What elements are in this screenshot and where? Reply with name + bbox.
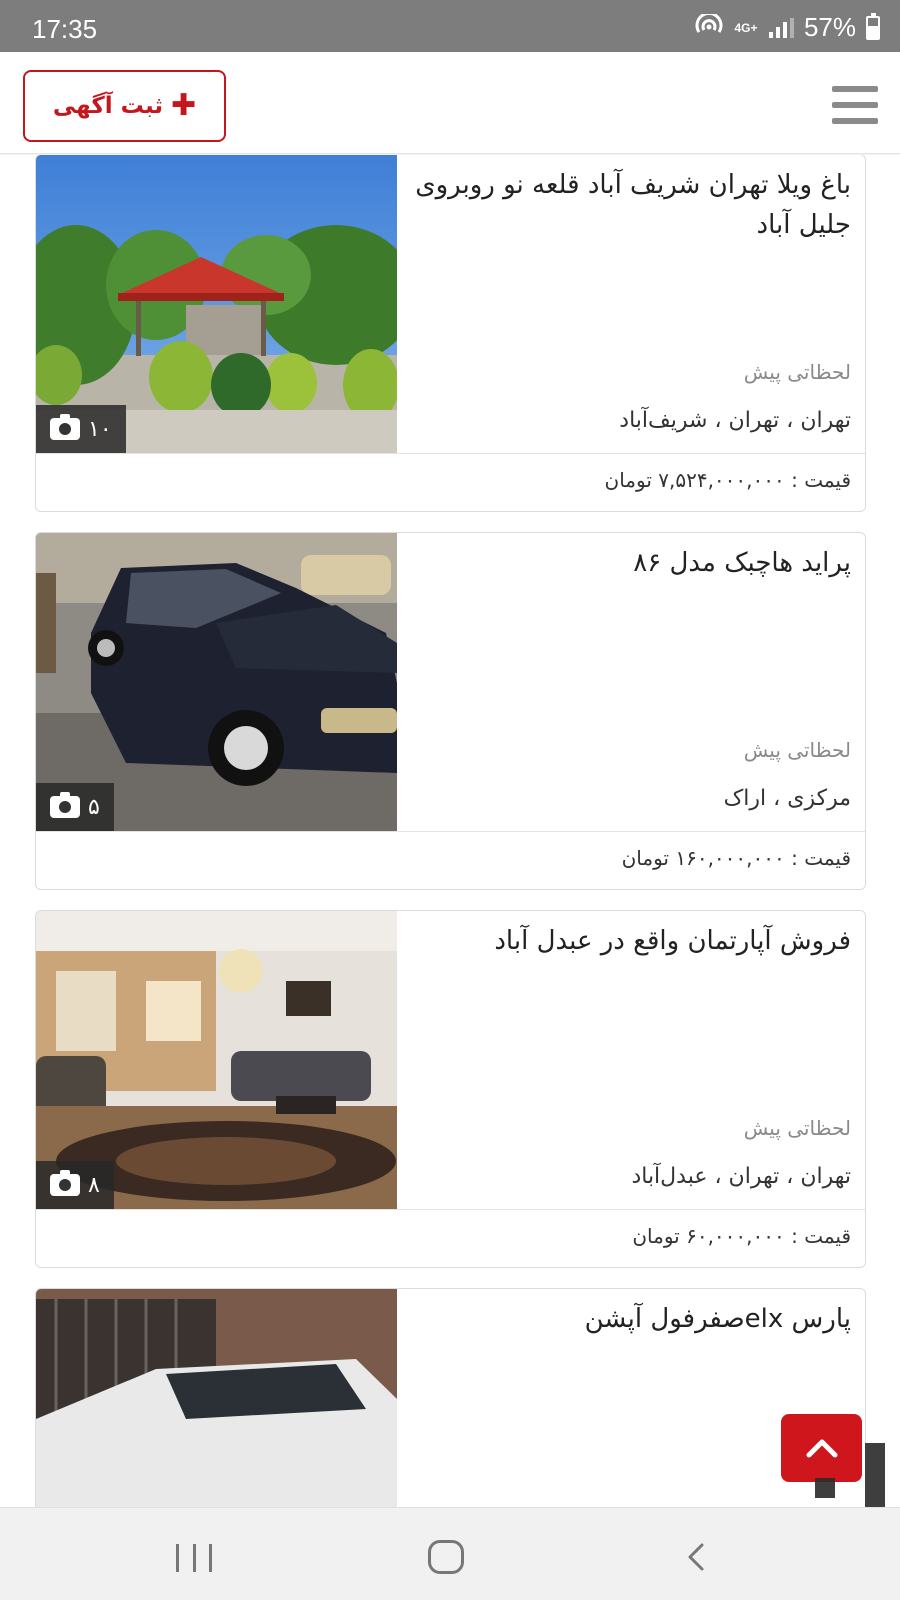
listing-card[interactable]: پارس elxصفرفول آپشن: [35, 1288, 866, 1507]
hamburger-menu-icon[interactable]: [832, 86, 878, 124]
listing-title[interactable]: فروش آپارتمان واقع در عبدل آباد: [411, 921, 851, 961]
listing-time: لحظاتی پیش: [743, 360, 851, 384]
listing-title[interactable]: پراید هاچبک مدل ۸۶: [411, 543, 851, 583]
listing-photo[interactable]: ۸: [36, 911, 397, 1209]
listing-price: قیمت : ۱۶۰,۰۰۰,۰۰۰ تومان: [36, 831, 865, 889]
listing-info: پراید هاچبک مدل ۸۶ لحظاتی پیش مرکزی ، ار…: [411, 543, 851, 829]
home-icon[interactable]: [428, 1540, 464, 1574]
listing-feed[interactable]: ۱۰ باغ ویلا تهران شریف آباد قلعه نو روبر…: [0, 155, 900, 1507]
listing-photo[interactable]: ۵: [36, 533, 397, 831]
post-ad-button[interactable]: ✚ ثبت آگهی: [23, 70, 226, 142]
recents-icon[interactable]: [176, 1544, 212, 1572]
hotspot-icon: [695, 11, 723, 43]
listing-card[interactable]: ۵ پراید هاچبک مدل ۸۶ لحظاتی پیش مرکزی ، …: [35, 532, 866, 890]
photo-count-badge: ۵: [36, 783, 114, 831]
photo-count: ۵: [88, 794, 100, 820]
photo-count-badge: ۸: [36, 1161, 114, 1209]
listing-price: قیمت : ۶۰,۰۰۰,۰۰۰ تومان: [36, 1209, 865, 1267]
camera-icon: [50, 792, 80, 818]
status-icons: 4G+ 57%: [695, 11, 880, 43]
status-time: 17:35: [32, 14, 98, 44]
photo-count: ۸: [88, 1172, 100, 1198]
camera-icon: [50, 1170, 80, 1196]
white-sedan-car: [36, 1289, 397, 1507]
listing-card[interactable]: ۱۰ باغ ویلا تهران شریف آباد قلعه نو روبر…: [35, 155, 866, 512]
listing-title[interactable]: پارس elxصفرفول آپشن: [411, 1299, 851, 1339]
app-header: ✚ ثبت آگهی: [0, 52, 900, 154]
listing-title[interactable]: باغ ویلا تهران شریف آباد قلعه نو روبروی …: [411, 165, 851, 245]
post-ad-label: ثبت آگهی: [52, 93, 163, 119]
listing-photo[interactable]: [36, 1289, 397, 1507]
listing-location: مرکزی ، اراک: [723, 786, 851, 811]
signal-icon: [768, 17, 794, 38]
listing-price: قیمت : ۷,۵۲۴,۰۰۰,۰۰۰ تومان: [36, 453, 865, 511]
plus-icon: ✚: [170, 88, 197, 123]
battery-percent: 57%: [803, 12, 856, 42]
listing-info: باغ ویلا تهران شریف آباد قلعه نو روبروی …: [411, 165, 851, 451]
listing-location: تهران ، تهران ، عبدل‌آباد: [631, 1164, 851, 1189]
battery-icon: [866, 12, 880, 40]
listing-card[interactable]: ۸ فروش آپارتمان واقع در عبدل آباد لحظاتی…: [35, 910, 866, 1268]
system-nav-bar: [0, 1507, 900, 1600]
listing-time: لحظاتی پیش: [743, 738, 851, 762]
photo-count-badge: ۱۰: [36, 405, 126, 453]
listing-info: فروش آپارتمان واقع در عبدل آباد لحظاتی پ…: [411, 921, 851, 1207]
camera-icon: [50, 414, 80, 440]
listing-photo[interactable]: ۱۰: [36, 155, 397, 453]
back-icon[interactable]: [684, 1542, 708, 1572]
network-4g-icon: 4G+: [734, 20, 758, 35]
listing-location: تهران ، تهران ، شریف‌آباد: [619, 408, 851, 433]
listing-time: لحظاتی پیش: [743, 1116, 851, 1140]
status-bar: 17:35 4G+ 57%: [0, 0, 900, 52]
photo-count: ۱۰: [88, 416, 112, 442]
